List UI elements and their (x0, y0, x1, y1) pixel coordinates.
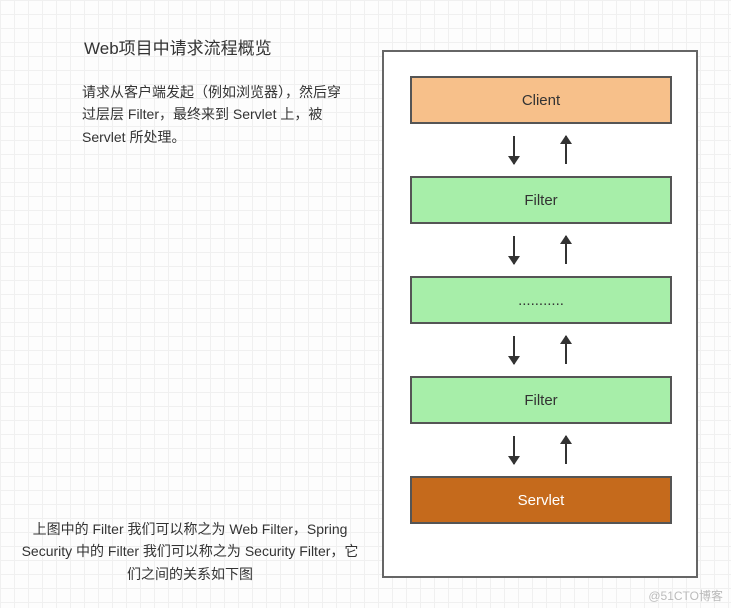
arrow-up-icon (565, 136, 567, 164)
arrow-down-icon (513, 136, 515, 164)
node-servlet: Servlet (410, 476, 672, 524)
watermark: @51CTO博客 (648, 587, 723, 604)
diagram-frame: Client Filter ........... Filter Servlet (382, 50, 698, 578)
arrow-up-icon (565, 236, 567, 264)
arrow-up-icon (565, 336, 567, 364)
arrows-ellipsis-filter (384, 330, 696, 370)
arrows-filter-servlet (384, 430, 696, 470)
node-ellipsis: ........... (410, 276, 672, 324)
arrows-filter-ellipsis (384, 230, 696, 270)
node-filter-1: Filter (410, 176, 672, 224)
node-filter-2: Filter (410, 376, 672, 424)
description-top: 请求从客户端发起（例如浏览器），然后穿过层层 Filter，最终来到 Servl… (82, 81, 342, 148)
arrow-down-icon (513, 436, 515, 464)
arrow-down-icon (513, 236, 515, 264)
arrows-client-filter (384, 130, 696, 170)
arrow-down-icon (513, 336, 515, 364)
diagram-title: Web项目中请求流程概览 (84, 34, 272, 59)
description-bottom: 上图中的 Filter 我们可以称之为 Web Filter，Spring Se… (20, 518, 360, 585)
node-client: Client (410, 76, 672, 124)
arrow-up-icon (565, 436, 567, 464)
